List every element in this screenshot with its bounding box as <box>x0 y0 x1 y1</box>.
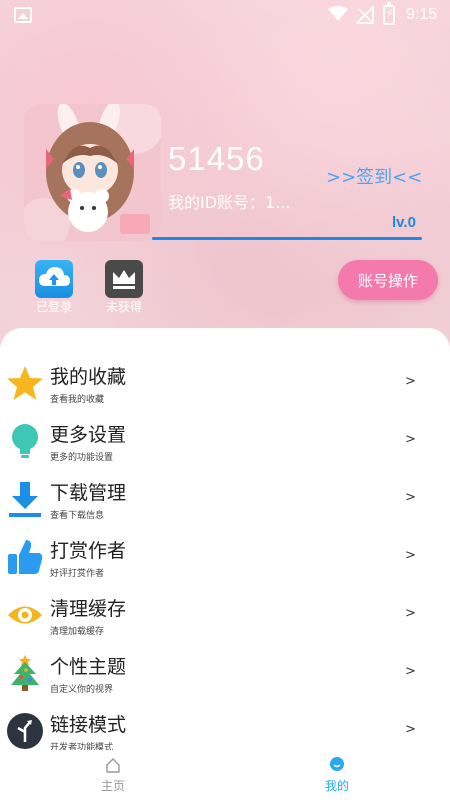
username: 51456 <box>168 140 265 177</box>
vip-status-label: 未获得 <box>106 300 143 314</box>
account-operations-button[interactable]: 账号操作 <box>338 260 438 300</box>
menu-item-favorites[interactable]: 我的收藏 查看我的收藏 > <box>0 358 450 415</box>
menu-item-subtitle: 自定义你的视界 <box>50 685 114 695</box>
user-id: 我的ID账号：1... <box>168 193 291 212</box>
menu-item-title: 我的收藏 <box>50 366 127 388</box>
christmas-tree-icon <box>11 655 39 691</box>
chevron-right-icon: > <box>405 374 416 389</box>
chevron-right-icon: > <box>405 664 416 679</box>
profile-icon <box>330 757 344 771</box>
menu-item-clear-cache[interactable]: 清理缓存 清理加载缓存 > <box>0 590 450 647</box>
sign-in-button[interactable]: >>签到<< <box>326 163 422 189</box>
menu-item-title: 下载管理 <box>50 482 127 504</box>
menu-item-title: 个性主题 <box>50 656 127 678</box>
chevron-right-icon: > <box>405 432 416 447</box>
login-status-label: 已登录 <box>36 300 73 314</box>
menu-item-subtitle: 清理加载缓存 <box>50 627 105 637</box>
menu-item-title: 清理缓存 <box>50 598 127 620</box>
user-avatar[interactable] <box>24 104 161 241</box>
star-icon <box>7 366 43 400</box>
image-notification-icon <box>14 7 32 23</box>
menu-item-settings[interactable]: 更多设置 更多的功能设置 > <box>0 416 450 473</box>
menu-item-downloads[interactable]: 下载管理 查看下载信息 > <box>0 474 450 531</box>
menu-item-themes[interactable]: 个性主题 自定义你的视界 > <box>0 648 450 705</box>
nav-tab-label: 我的 <box>324 779 349 793</box>
nav-tab-home[interactable]: 主页 <box>90 750 136 798</box>
menu-item-title: 链接模式 <box>50 714 127 736</box>
nav-tab-label: 主页 <box>100 779 125 793</box>
menu-item-tip-author[interactable]: 打赏作者 好评打赏作者 > <box>0 532 450 589</box>
crown-icon <box>113 270 135 289</box>
user-level: lv.0 <box>392 214 416 231</box>
status-bar: ⚡ 9:15 <box>0 0 450 32</box>
avatar-illustration <box>24 104 161 241</box>
menu-item-subtitle: 好评打赏作者 <box>50 569 105 579</box>
cloud-upload-icon <box>39 267 70 286</box>
login-status-badge[interactable] <box>35 260 73 298</box>
chevron-right-icon: > <box>405 722 416 737</box>
chevron-right-icon: > <box>405 548 416 563</box>
level-progress-line <box>152 237 422 240</box>
download-icon <box>9 482 41 517</box>
home-icon <box>106 758 120 773</box>
status-time: 9:15 <box>406 6 438 23</box>
lightbulb-icon <box>12 424 38 458</box>
menu-item-subtitle: 更多的功能设置 <box>50 453 114 463</box>
battery-charging-icon: ⚡ <box>383 2 395 25</box>
chevron-right-icon: > <box>405 606 416 621</box>
menu-item-title: 更多设置 <box>50 424 127 446</box>
nav-tab-mine[interactable]: 我的 <box>314 750 360 798</box>
eye-icon <box>8 606 42 624</box>
menu-card: 我的收藏 查看我的收藏 > 更多设置 更多的功能设置 > 下载管理 查看下载信息… <box>0 328 450 758</box>
menu-item-subtitle: 查看下载信息 <box>50 511 105 521</box>
menu-item-title: 打赏作者 <box>50 540 127 562</box>
no-signal-icon <box>356 6 374 24</box>
route-sign-icon <box>7 713 43 749</box>
menu-item-subtitle: 查看我的收藏 <box>50 395 105 405</box>
thumbs-up-icon <box>8 540 43 574</box>
vip-badge[interactable] <box>105 260 143 298</box>
wifi-icon <box>328 6 348 21</box>
bottom-navigation: 主页 我的 <box>0 750 450 800</box>
chevron-right-icon: > <box>405 490 416 505</box>
